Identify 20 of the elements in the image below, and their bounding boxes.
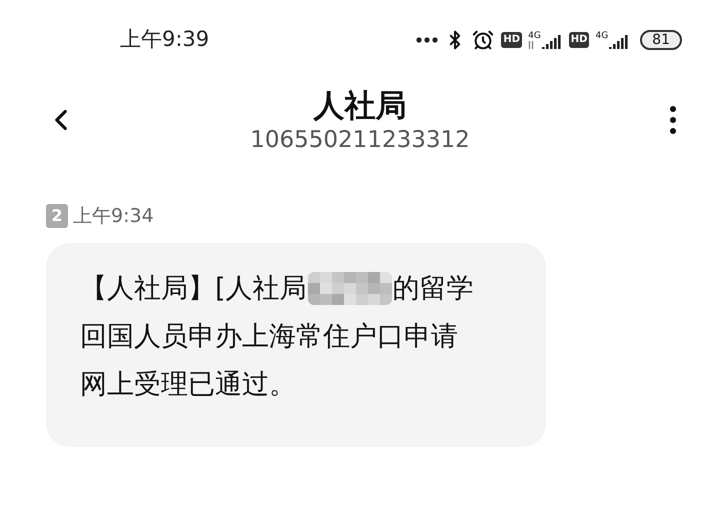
hd-badge: HD [501,32,522,48]
battery-indicator: 81 [640,30,682,50]
signal-icon [542,33,562,49]
message-text: 网上受理已通过。 [80,368,296,402]
data-activity-icon [528,41,534,49]
message-text: 回国人员申办上海常住户口申请 [80,320,458,354]
more-dots-icon [416,37,438,43]
alarm-icon [472,29,494,51]
sim-badge: 2 [46,204,68,228]
hd-badge: HD [568,32,590,48]
status-time: 上午9:39 [120,26,210,54]
contact-title: 人社局 [314,87,406,126]
network-label: 4G [528,31,541,41]
contact-number: 106550211233312 [250,126,470,154]
more-icon [670,106,676,134]
message-time: 上午9:34 [73,204,154,229]
network-label: 4G [595,31,608,41]
signal-icon [609,33,630,49]
message-text: 的留学 [392,272,474,306]
message-text: 【人社局】[人社局 [80,272,307,306]
